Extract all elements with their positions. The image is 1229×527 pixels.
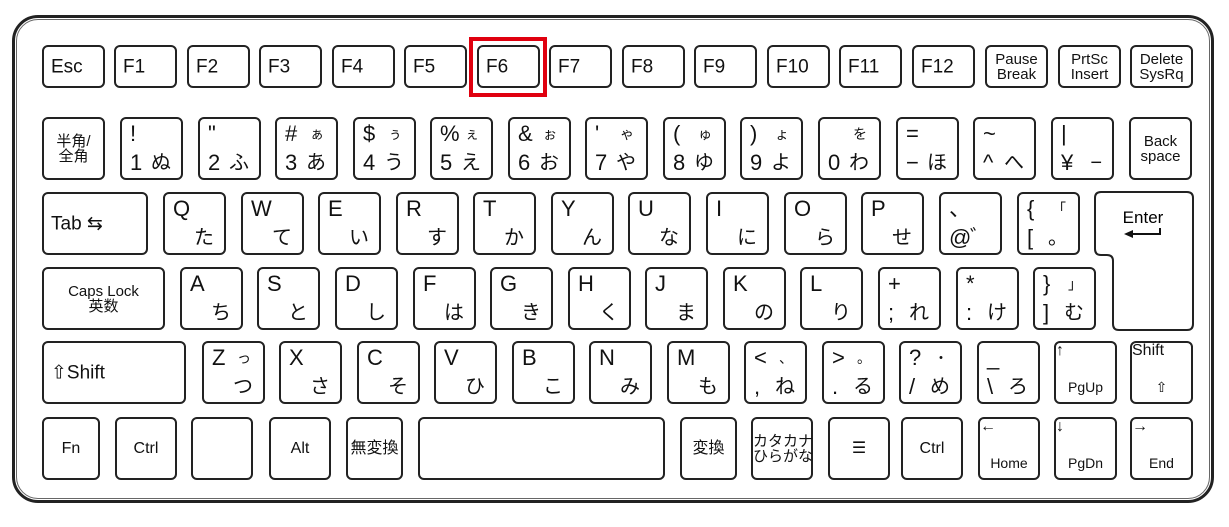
- highlight-box-f6: [469, 37, 547, 97]
- enter-label: Enter: [1123, 208, 1164, 227]
- enter-key[interactable]: Enter: [0, 0, 1229, 527]
